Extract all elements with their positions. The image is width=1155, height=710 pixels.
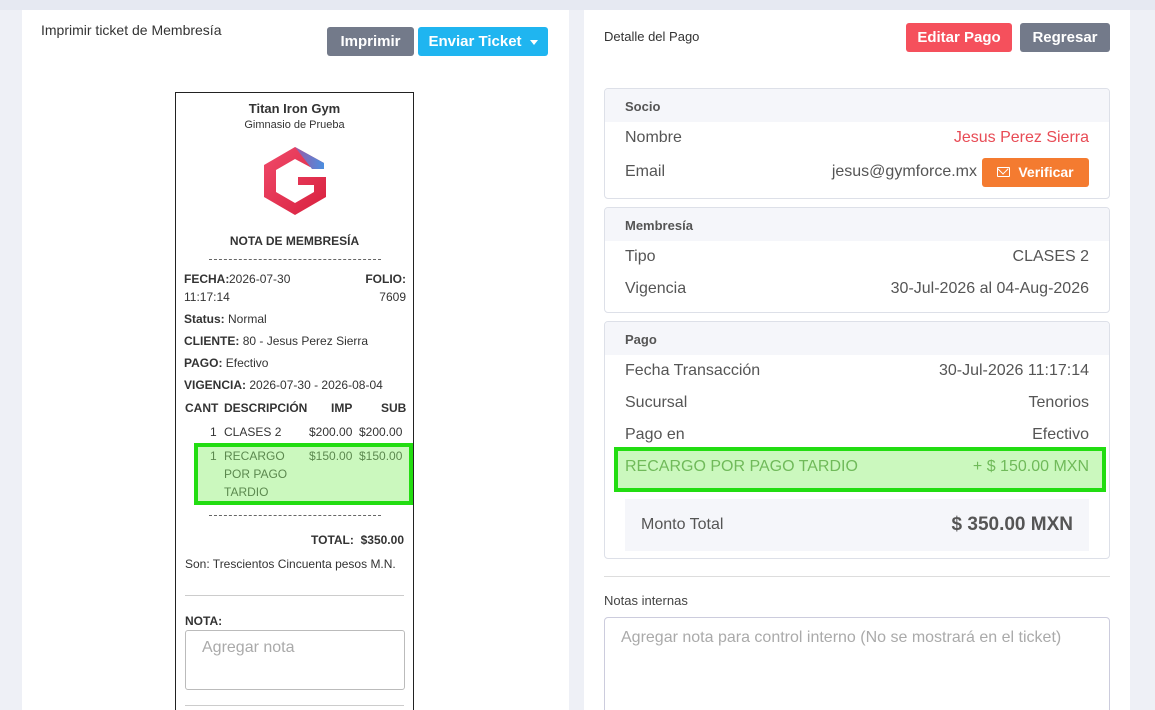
- ticket-folio-value: 7609: [379, 290, 406, 304]
- socio-email-value: jesus@gymforce.mx: [831, 163, 977, 180]
- membresia-tipo-value: CLASES 2: [1012, 248, 1089, 265]
- membresia-vigencia-label: Vigencia: [625, 280, 687, 297]
- pago-sucursal-row: Sucursal Tenorios: [625, 392, 1089, 414]
- envelope-icon: [997, 167, 1011, 177]
- ticket-nota-label: NOTA:: [185, 614, 223, 628]
- pago-section: Pago Fecha Transacción 30-Jul-2026 11:17…: [604, 321, 1110, 559]
- verify-email-label: Verificar: [1018, 164, 1074, 180]
- ticket-item-1-imp: $200.00: [309, 425, 353, 439]
- socio-email-label: Email: [625, 163, 666, 180]
- send-ticket-button[interactable]: Enviar Ticket: [418, 27, 548, 56]
- ticket-total-value: $350.00: [360, 533, 404, 547]
- membresia-tipo-row: Tipo CLASES 2: [625, 246, 1089, 268]
- ticket-col-sub: SUB: [381, 401, 407, 415]
- socio-nombre-label: Nombre: [625, 129, 682, 146]
- pago-metodo-row: Pago en Efectivo: [625, 424, 1089, 446]
- ticket-cliente: CLIENTE: 80 - Jesus Perez Sierra: [184, 334, 369, 348]
- top-bar: [0, 0, 1155, 10]
- ticket-fecha-label: FECHA:: [184, 272, 230, 286]
- pago-fecha-value: 30-Jul-2026 11:17:14: [938, 362, 1089, 379]
- ticket-folio-label: FOLIO:: [365, 272, 406, 286]
- ticket-card-title: Imprimir ticket de Membresía: [41, 22, 222, 38]
- pago-section-header: Pago: [605, 322, 1109, 355]
- membership-ticket: Titan Iron Gym Gimnasio de Prueba NOTA D…: [175, 92, 414, 710]
- ticket-total-label: TOTAL:: [311, 533, 354, 547]
- ticket-status: Status: Normal: [184, 312, 267, 326]
- ticket-amount-words: Son: Trescientos Cincuenta pesos M.N.: [185, 557, 396, 571]
- membresia-section: Membresía Tipo CLASES 2 Vigencia 30-Jul-…: [604, 207, 1110, 313]
- ticket-rule: [185, 595, 404, 596]
- pago-sucursal-label: Sucursal: [625, 394, 688, 411]
- internal-notes-input[interactable]: [604, 617, 1110, 710]
- pago-total-value: $ 350.00 MXN: [951, 514, 1073, 535]
- pago-total-label: Monto Total: [641, 516, 724, 533]
- membresia-vigencia-value: 30-Jul-2026 al 04-Aug-2026: [890, 280, 1089, 297]
- ticket-item-1-desc: CLASES 2: [224, 425, 282, 439]
- caret-down-icon: [529, 39, 538, 45]
- internal-notes-title: Notas internas: [604, 593, 688, 608]
- socio-section-header: Socio: [605, 89, 1109, 122]
- ticket-dash-divider: [209, 259, 381, 260]
- pago-recargo-highlight: [614, 447, 1106, 492]
- back-button[interactable]: Regresar: [1020, 23, 1110, 52]
- edit-payment-button[interactable]: Editar Pago: [906, 23, 1012, 52]
- pago-sucursal-value: Tenorios: [1028, 394, 1089, 411]
- socio-nombre-row: Nombre Jesus Perez Sierra: [625, 127, 1089, 149]
- ticket-item-1-sub: $200.00: [359, 425, 403, 439]
- pago-total-box: Monto Total $ 350.00 MXN: [625, 499, 1089, 551]
- membresia-section-header: Membresía: [605, 208, 1109, 241]
- ticket-col-desc: DESCRIPCIÓN: [224, 401, 308, 415]
- pago-metodo-value: Efectivo: [1032, 426, 1089, 443]
- verify-email-button[interactable]: Verificar: [982, 157, 1089, 187]
- payment-detail-title: Detalle del Pago: [604, 29, 700, 44]
- ticket-item-1-cant: 1: [210, 425, 217, 439]
- ticket-rule: [185, 705, 404, 706]
- ticket-pago: PAGO: Efectivo: [184, 356, 269, 370]
- pago-metodo-label: Pago en: [625, 426, 685, 443]
- ticket-col-cant: CANT: [185, 401, 219, 415]
- ticket-dash-divider: [209, 515, 381, 516]
- socio-email-row: Email jesus@gymforce.mx Verificar: [625, 157, 1089, 187]
- ticket-gym-subtitle: Gimnasio de Prueba: [244, 119, 345, 131]
- ticket-gym-name: Titan Iron Gym: [248, 101, 341, 116]
- ticket-vigencia: VIGENCIA: 2026-07-30 - 2026-08-04: [184, 378, 383, 392]
- ticket-fecha-value: 2026-07-30: [229, 272, 291, 286]
- gym-logo-icon: [262, 145, 328, 217]
- ticket-time-value: 11:17:14: [184, 290, 230, 304]
- print-button[interactable]: Imprimir: [327, 27, 414, 56]
- ticket-col-imp: IMP: [331, 401, 353, 415]
- membresia-tipo-label: Tipo: [625, 248, 656, 265]
- send-ticket-label: Enviar Ticket: [428, 33, 522, 50]
- pago-fecha-label: Fecha Transacción: [625, 362, 761, 379]
- ticket-recargo-highlight: [194, 443, 413, 505]
- notes-divider: [604, 576, 1110, 577]
- socio-section: Socio Nombre Jesus Perez Sierra Email je…: [604, 88, 1110, 199]
- pago-fecha-row: Fecha Transacción 30-Jul-2026 11:17:14: [625, 360, 1089, 382]
- ticket-note-input[interactable]: [185, 630, 405, 690]
- ticket-heading: NOTA DE MEMBRESÍA: [229, 234, 360, 248]
- socio-nombre-link[interactable]: Jesus Perez Sierra: [954, 129, 1089, 147]
- membresia-vigencia-row: Vigencia 30-Jul-2026 al 04-Aug-2026: [625, 278, 1089, 300]
